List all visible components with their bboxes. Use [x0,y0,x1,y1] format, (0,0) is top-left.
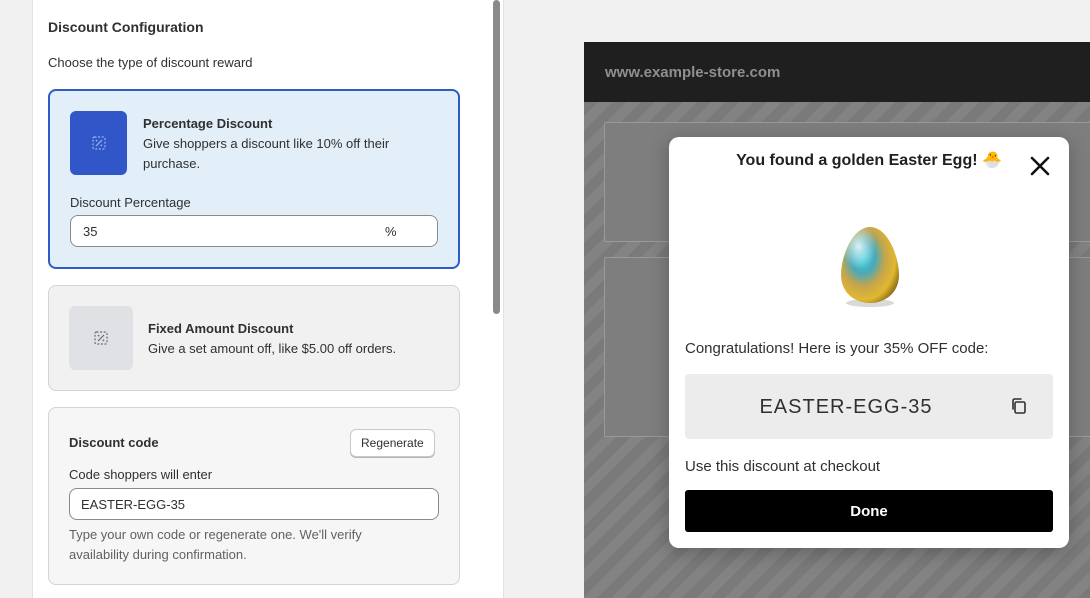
discount-code-input[interactable]: EASTER-EGG-35 [69,488,439,520]
store-address-bar: www.example-store.com [584,42,1090,102]
golden-egg-image [841,227,899,307]
discount-code-title: Discount code [69,435,159,450]
easter-egg-modal: You found a golden Easter Egg! 🐣 Congrat… [669,137,1069,548]
preview-area: www.example-store.com You found a golden… [524,0,1090,598]
done-button[interactable]: Done [685,490,1053,532]
discount-code-text: EASTER-EGG-35 [759,396,933,418]
code-input-label: Code shoppers will enter [69,467,213,482]
close-icon [1030,156,1050,176]
panel-subtitle: Choose the type of discount reward [48,55,253,70]
discount-percentage-input[interactable]: 35 % [70,215,438,247]
option-percentage-discount[interactable]: Percentage Discount Give shoppers a disc… [48,89,460,269]
close-button[interactable] [1025,151,1055,181]
discount-percentage-value: 35 [83,223,98,239]
panel-title: Discount Configuration [48,19,204,35]
modal-title: You found a golden Easter Egg! 🐣 [669,150,1069,170]
app-root: Discount Configuration Choose the type o… [0,0,1090,598]
discount-code-box: EASTER-EGG-35 [685,374,1053,439]
option-fixed-amount-discount[interactable]: Fixed Amount Discount Give a set amount … [48,285,460,391]
chick-emoji: 🐣 [982,150,1002,169]
modal-title-text: You found a golden Easter Egg! [736,152,978,169]
congrats-text: Congratulations! Here is your 35% OFF co… [685,340,989,357]
option-title: Percentage Discount [143,116,273,131]
discount-percentage-label: Discount Percentage [70,195,191,210]
discount-icon [70,111,127,175]
scrollbar-thumb[interactable] [493,0,500,314]
option-description: Give a set amount off, like $5.00 off or… [148,341,397,356]
copy-icon [1012,397,1026,414]
store-url: www.example-store.com [605,64,781,81]
regenerate-button[interactable]: Regenerate [350,429,435,457]
config-scroll-area: Discount Configuration Choose the type o… [33,0,493,598]
option-description: Give shoppers a discount like 10% off th… [143,136,390,171]
config-scrollbar[interactable] [492,0,500,598]
percent-suffix: % [385,223,397,239]
use-at-checkout-text: Use this discount at checkout [685,458,881,475]
option-title: Fixed Amount Discount [148,321,294,336]
discount-code-card: Discount code Regenerate Code shoppers w… [48,407,460,585]
discount-icon [69,306,133,370]
copy-button[interactable] [1007,395,1031,419]
config-panel: Discount Configuration Choose the type o… [32,0,504,598]
code-help-text: Type your own code or regenerate one. We… [69,527,362,562]
